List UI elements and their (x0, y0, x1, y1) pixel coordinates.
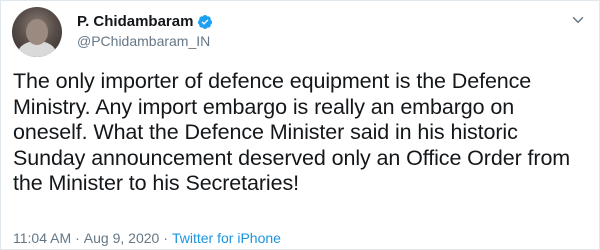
author-handle[interactable]: @PChidambaram_IN (77, 33, 210, 49)
tweet-text: The only importer of defence equipment i… (13, 69, 571, 195)
meta-separator: · (163, 230, 168, 246)
meta-separator: · (75, 230, 80, 246)
avatar-face (26, 19, 48, 45)
tweet-meta: 11:04 AM · Aug 9, 2020 · Twitter for iPh… (13, 230, 281, 246)
verified-badge-icon (198, 14, 213, 29)
tweet-card: P. Chidambaram @PChidambaram_IN The only… (0, 0, 600, 250)
avatar[interactable] (12, 7, 62, 57)
author-name[interactable]: P. Chidambaram (77, 13, 193, 30)
tweet-time[interactable]: 11:04 AM (13, 230, 71, 246)
tweet-date[interactable]: Aug 9, 2020 (84, 230, 160, 246)
chevron-down-icon[interactable] (569, 11, 587, 29)
tweet-source-link[interactable]: Twitter for iPhone (172, 230, 281, 246)
author-name-row: P. Chidambaram (77, 13, 213, 30)
